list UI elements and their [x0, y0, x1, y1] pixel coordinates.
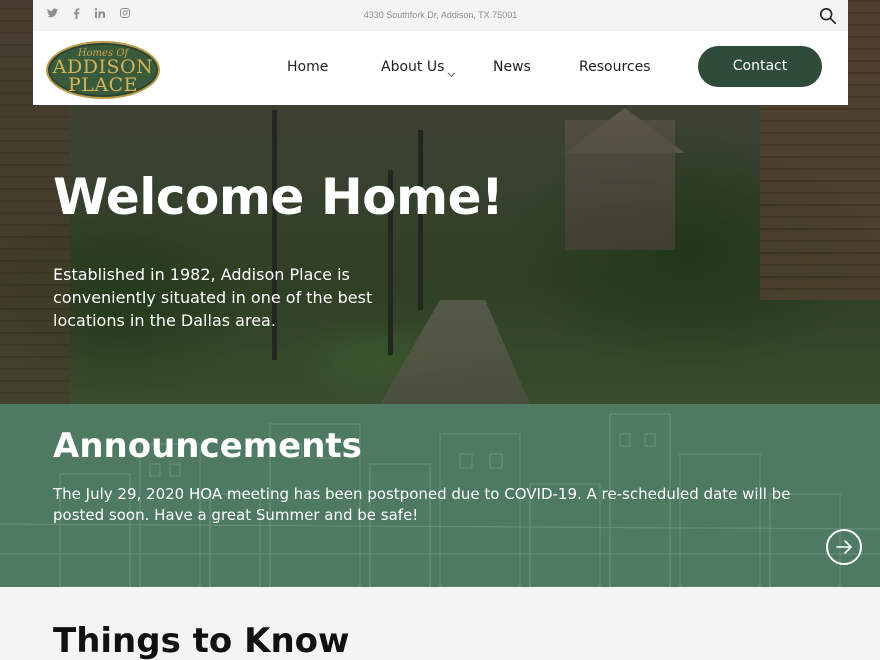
- logo-name: ADDISON PLACE: [48, 58, 158, 96]
- hero-description: Established in 1982, Addison Place is co…: [53, 265, 373, 330]
- nav-about-us[interactable]: About Us: [381, 59, 444, 75]
- nav-resources[interactable]: Resources: [579, 59, 651, 75]
- things-to-know-title: Things to Know: [53, 621, 350, 660]
- nav-home[interactable]: Home: [287, 59, 328, 75]
- announcements-section: Announcements The July 29, 2020 HOA meet…: [0, 404, 880, 587]
- contact-button[interactable]: Contact: [698, 46, 822, 87]
- logo-line-place: PLACE: [67, 74, 139, 96]
- next-announcement-button[interactable]: [826, 529, 862, 565]
- arrow-right-icon: [836, 540, 852, 554]
- address-text: 4330 Southfork Dr, Addison, TX 75001: [363, 10, 518, 20]
- chevron-down-icon[interactable]: [447, 64, 456, 78]
- site-header: 4330 Southfork Dr, Addison, TX 75001 Hom…: [33, 0, 848, 105]
- search-icon[interactable]: [819, 7, 837, 25]
- nav-news[interactable]: News: [493, 59, 531, 75]
- site-logo[interactable]: Homes Of ADDISON PLACE: [46, 41, 160, 99]
- announcement-text: The July 29, 2020 HOA meeting has been p…: [53, 485, 791, 524]
- announcements-title: Announcements: [53, 426, 362, 466]
- top-bar: 4330 Southfork Dr, Addison, TX 75001: [33, 0, 848, 31]
- hero-title: Welcome Home!: [53, 168, 504, 226]
